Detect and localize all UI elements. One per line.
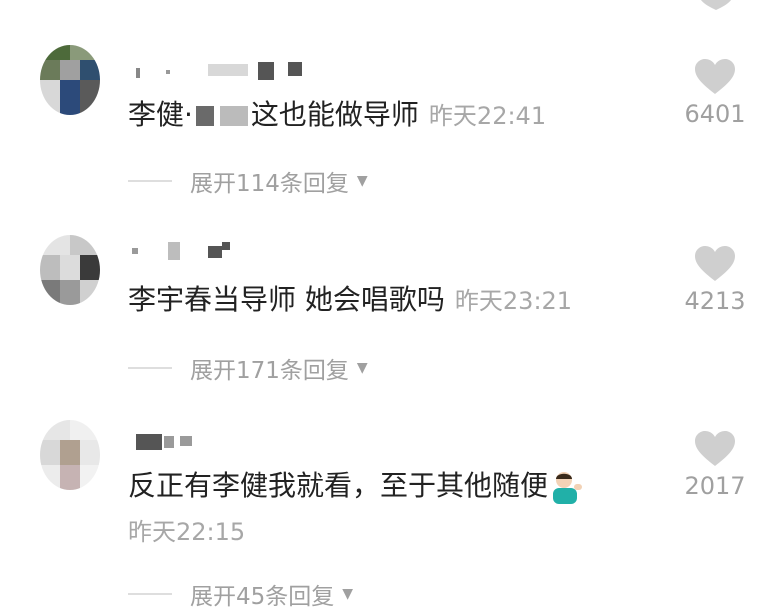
person-tipping-hand-emoji <box>550 470 584 504</box>
expand-replies-button[interactable]: 展开171条回复 ▼ <box>128 351 368 385</box>
like-button[interactable]: 4213 <box>680 245 750 315</box>
heart-icon <box>695 431 735 466</box>
expand-replies-button[interactable]: 展开114条回复 ▼ <box>128 164 368 198</box>
divider <box>128 367 172 369</box>
triangle-down-icon: ▼ <box>342 586 354 602</box>
divider <box>128 180 172 182</box>
avatar[interactable] <box>40 420 100 490</box>
expand-replies-label: 展开45条回复 <box>190 584 335 610</box>
heart-icon <box>695 59 735 94</box>
triangle-down-icon: ▼ <box>356 173 368 189</box>
username-redacted[interactable] <box>128 240 268 262</box>
triangle-down-icon: ▼ <box>356 360 368 376</box>
redacted-text <box>219 106 248 126</box>
username-redacted[interactable] <box>128 430 248 452</box>
comment-text: 李健· 这也能做导师 昨天22:41 <box>128 97 546 134</box>
heart-icon <box>695 246 735 281</box>
expand-replies-button[interactable]: 展开45条回复 ▼ <box>128 577 353 611</box>
username-redacted[interactable] <box>128 60 328 82</box>
avatar[interactable] <box>40 235 100 305</box>
redacted-text <box>195 106 214 126</box>
comment-time: 昨天22:41 <box>428 102 547 130</box>
comment-text-body: 李宇春当导师 她会唱歌吗 <box>128 283 445 316</box>
comment-time: 昨天23:21 <box>454 287 573 315</box>
comment-text-start: 李健· <box>128 98 193 131</box>
expand-replies-label: 展开171条回复 <box>190 358 349 384</box>
expand-replies-label: 展开114条回复 <box>190 171 349 197</box>
comment-time: 昨天22:15 <box>128 518 246 546</box>
avatar[interactable] <box>40 45 100 115</box>
like-count: 6401 <box>684 100 746 128</box>
comment-text: 李宇春当导师 她会唱歌吗 昨天23:21 <box>128 282 572 319</box>
like-count: 2017 <box>684 472 746 500</box>
like-button[interactable]: 2017 <box>680 430 750 500</box>
divider <box>128 593 172 595</box>
heart-icon[interactable] <box>693 0 739 14</box>
like-button[interactable]: 6401 <box>680 58 750 128</box>
comment-text-body: 反正有李健我就看，至于其他随便 <box>128 469 549 502</box>
comment-text: 反正有李健我就看，至于其他随便 <box>128 468 584 504</box>
like-count: 4213 <box>684 287 746 315</box>
comment-text-end: 这也能做导师 <box>250 98 419 131</box>
